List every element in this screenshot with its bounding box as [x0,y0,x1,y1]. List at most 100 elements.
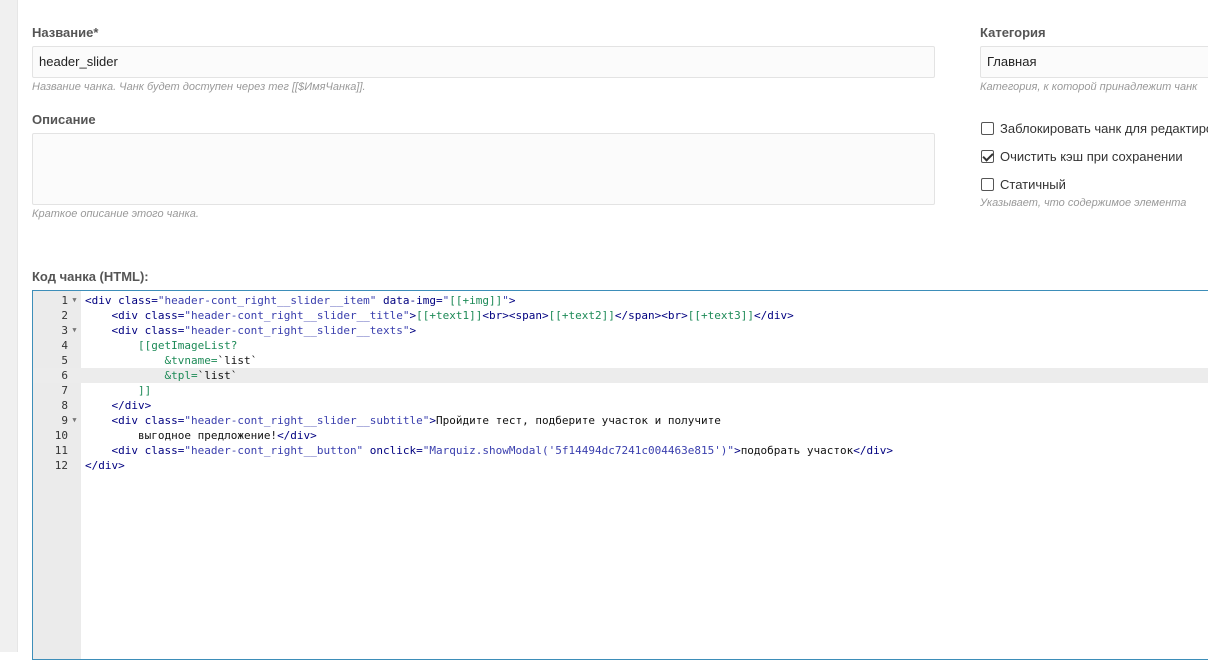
lock-checkbox-label: Заблокировать чанк для редактиро [1000,120,1208,136]
code-line[interactable]: 9 ▼ <div class="header-cont_right__slider… [33,413,1208,428]
code-token: `list` [197,369,238,382]
line-number: 5 [61,354,68,367]
code-token: <div [111,444,145,457]
description-textarea[interactable] [32,133,935,205]
code-token: onclick= [363,444,423,457]
code-text: <div class="header-cont_right__slider__t… [85,308,794,323]
code-text: <div class="header-cont_right__slider__t… [85,323,417,338]
name-input[interactable]: header_slider [32,46,935,78]
code-token: выгодное предложение! [137,429,278,442]
code-token: <br> [482,309,509,322]
code-token: ]] [137,384,152,397]
code-token: "header-cont_right__slider__title" [184,309,410,322]
code-text: [[getImageList? [85,338,237,353]
code-line[interactable]: 10 выгодное предложение!</div> [33,428,1208,443]
code-token: &tpl= [164,369,198,382]
line-number: 7 [61,384,68,397]
code-text: &tpl=`list` [85,368,237,383]
static-checkbox-label: Статичный [1000,176,1066,192]
clear-cache-checkbox-label: Очистить кэш при сохранении [1000,148,1183,164]
clear-cache-checkbox[interactable]: Очистить кэш при сохранении [981,147,1183,165]
code-text: </div> [85,398,152,413]
code-token: "header-cont_right__slider__texts" [184,324,410,337]
code-token: class= [144,309,185,322]
code-label: Код чанка (HTML): [32,269,149,284]
code-token: <div [85,294,119,307]
code-token: > [734,444,741,457]
code-token: [[+text2]] [548,309,615,322]
static-checkbox-box[interactable] [981,177,994,191]
line-number: 1 [61,294,68,307]
code-line[interactable]: 6 &tpl=`list` [33,368,1208,383]
category-hint: Категория, к которой принадлежит чанк [980,81,1198,93]
category-select[interactable]: Главная [980,46,1208,78]
code-line[interactable]: 12 </div> [33,458,1208,473]
code-line[interactable]: 11 <div class="header-cont_right__button… [33,443,1208,458]
code-token: "Marquiz.showModal('5f14494dc7241c004463… [422,444,735,457]
static-hint: Указывает, что содержимое элемента [980,197,1187,209]
code-token: <div [111,309,145,322]
fold-arrow-icon[interactable]: ▼ [70,323,79,338]
code-token: [[getImageList? [137,339,238,352]
code-token: <span> [508,309,549,322]
line-number: 4 [61,339,68,352]
name-label: Название* [32,25,99,40]
code-line[interactable]: 1 ▼ <div class="header-cont_right__slider_… [33,293,1208,308]
line-number: 8 [61,399,68,412]
code-text: <div class="header-cont_right__slider__s… [85,413,721,428]
code-token: </div> [753,309,794,322]
line-number: 10 [54,429,68,442]
name-hint: Название чанка. Чанк будет доступен чере… [32,81,366,93]
line-number: 9 [61,414,68,427]
code-text: <div class="header-cont_right__slider__i… [85,293,516,308]
lock-checkbox[interactable]: Заблокировать чанк для редактиро [981,119,1208,137]
code-line[interactable]: 8 </div> [33,398,1208,413]
code-token: </div> [853,444,894,457]
line-number: 11 [54,444,68,457]
code-line[interactable]: 3 ▼ <div class="header-cont_right__slider… [33,323,1208,338]
code-token: class= [118,294,158,307]
code-token: <br> [661,309,688,322]
line-number: 2 [61,309,68,322]
code-text: <div class="header-cont_right__button" o… [85,443,894,458]
clear-cache-checkbox-box[interactable] [981,149,994,163]
code-token: [[+img]] [449,294,503,307]
description-hint: Краткое описание этого чанка. [32,208,199,220]
code-editor[interactable]: 1 ▼ <div class="header-cont_right__slider_… [32,290,1208,660]
code-token: "header-cont_right__slider__item" [157,294,377,307]
fold-arrow-icon[interactable]: ▼ [70,293,79,308]
category-label: Категория [980,25,1046,40]
code-token: class= [144,444,185,457]
code-token: Пройдите тест, подберите участок и получ… [436,414,721,427]
code-token: &tvname= [164,354,218,367]
static-checkbox[interactable]: Статичный [981,175,1066,193]
code-token: [[+text1]] [416,309,483,322]
code-token: class= [144,414,185,427]
code-token: </div> [277,429,317,442]
code-token: <div [111,414,145,427]
line-number: 3 [61,324,68,337]
left-panel-edge [0,0,18,652]
code-text: </div> [85,458,125,473]
code-line[interactable]: 7 ]] [33,383,1208,398]
line-number: 12 [54,459,68,472]
code-token: class= [144,324,185,337]
code-line[interactable]: 4 [[getImageList? [33,338,1208,353]
code-token: </span> [614,309,662,322]
code-token: > [409,324,417,337]
code-text: выгодное предложение!</div> [85,428,317,443]
code-token: > [508,294,516,307]
fold-arrow-icon[interactable]: ▼ [70,413,79,428]
code-token: </div> [111,399,152,412]
code-line[interactable]: 5 &tvname=`list` [33,353,1208,368]
lock-checkbox-box[interactable] [981,121,994,135]
code-text: &tvname=`list` [85,353,257,368]
code-token: </div> [85,459,125,472]
code-text: ]] [85,383,151,398]
editor-lines[interactable]: 1 ▼ <div class="header-cont_right__slider_… [33,293,1208,473]
code-token: "header-cont_right__button" [184,444,364,457]
line-number: 6 [61,369,68,382]
code-token: подобрать участок [740,444,854,457]
code-token: `list` [217,354,258,367]
code-line[interactable]: 2 <div class="header-cont_right__slider_… [33,308,1208,323]
